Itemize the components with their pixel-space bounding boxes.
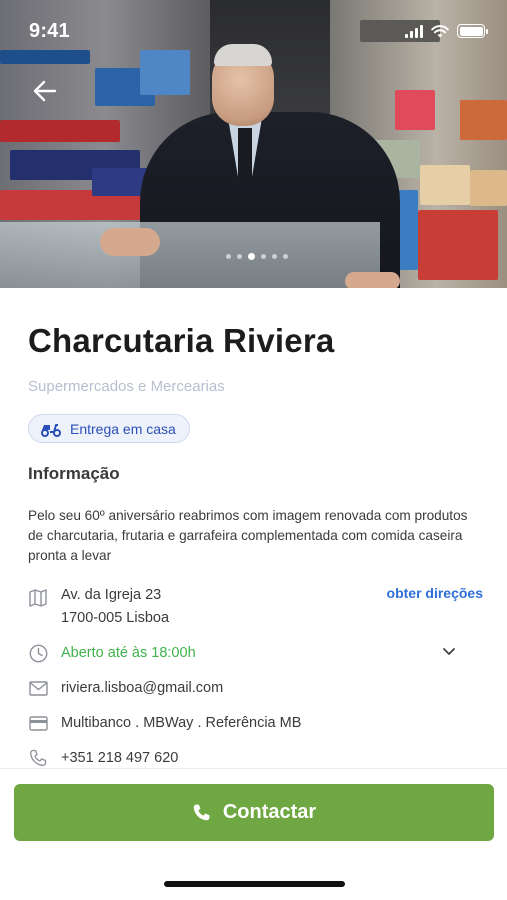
glass-counter (0, 222, 380, 288)
home-indicator (164, 881, 345, 887)
phone-icon (193, 804, 210, 821)
info-section-title: Informação (28, 464, 120, 483)
address-row: Av. da Igreja 23 1700-005 Lisboa obter d… (28, 585, 483, 630)
payment-methods-text: Multibanco . MBWay . Referência MB (61, 715, 302, 731)
scooter-icon (41, 423, 61, 437)
map-icon (28, 588, 48, 608)
mail-icon (28, 678, 48, 698)
opening-hours-text: Aberto até às 18:00h (61, 645, 196, 661)
back-button[interactable] (30, 76, 60, 106)
delivery-badge: Entrega em casa (28, 414, 190, 443)
carousel-pagination (226, 253, 288, 260)
carousel-dot[interactable] (261, 254, 266, 259)
store-category: Supermercados e Mercearias (28, 378, 225, 395)
carousel-dot[interactable] (248, 253, 255, 260)
store-name: Charcutaria Riviera (28, 322, 335, 359)
chevron-down-icon[interactable] (443, 648, 455, 656)
battery-icon (457, 24, 488, 38)
carousel-dot[interactable] (283, 254, 288, 259)
clock-icon (28, 643, 48, 663)
delivery-badge-label: Entrega em casa (70, 420, 176, 437)
wifi-icon (431, 24, 449, 37)
status-bar: 9:41 (0, 0, 507, 60)
phone-number-text: +351 218 497 620 (61, 750, 179, 766)
phone-row[interactable]: +351 218 497 620 (28, 748, 483, 768)
bottom-bar-divider (0, 768, 507, 769)
get-directions-link[interactable]: obter direções (387, 585, 483, 601)
hours-row[interactable]: Aberto até às 18:00h (28, 643, 483, 663)
email-text: riviera.lisboa@gmail.com (61, 680, 224, 696)
email-row[interactable]: riviera.lisboa@gmail.com (28, 678, 483, 698)
arrow-left-icon (33, 80, 57, 102)
address-line1: Av. da Igreja 23 (61, 587, 162, 603)
carousel-dot[interactable] (237, 254, 242, 259)
carousel-dot[interactable] (226, 254, 231, 259)
status-time: 9:41 (29, 20, 70, 42)
contact-button-label: Contactar (222, 801, 317, 823)
payment-row: Multibanco . MBWay . Referência MB (28, 713, 483, 733)
address-line2: 1700-005 Lisboa (61, 610, 170, 626)
contact-button[interactable]: Contactar (14, 784, 494, 841)
cellular-signal-icon (405, 24, 423, 38)
card-icon (28, 713, 48, 733)
phone-icon (28, 748, 48, 768)
carousel-dot[interactable] (272, 254, 277, 259)
store-description: Pelo seu 60º aniversário reabrimos com i… (28, 508, 468, 563)
